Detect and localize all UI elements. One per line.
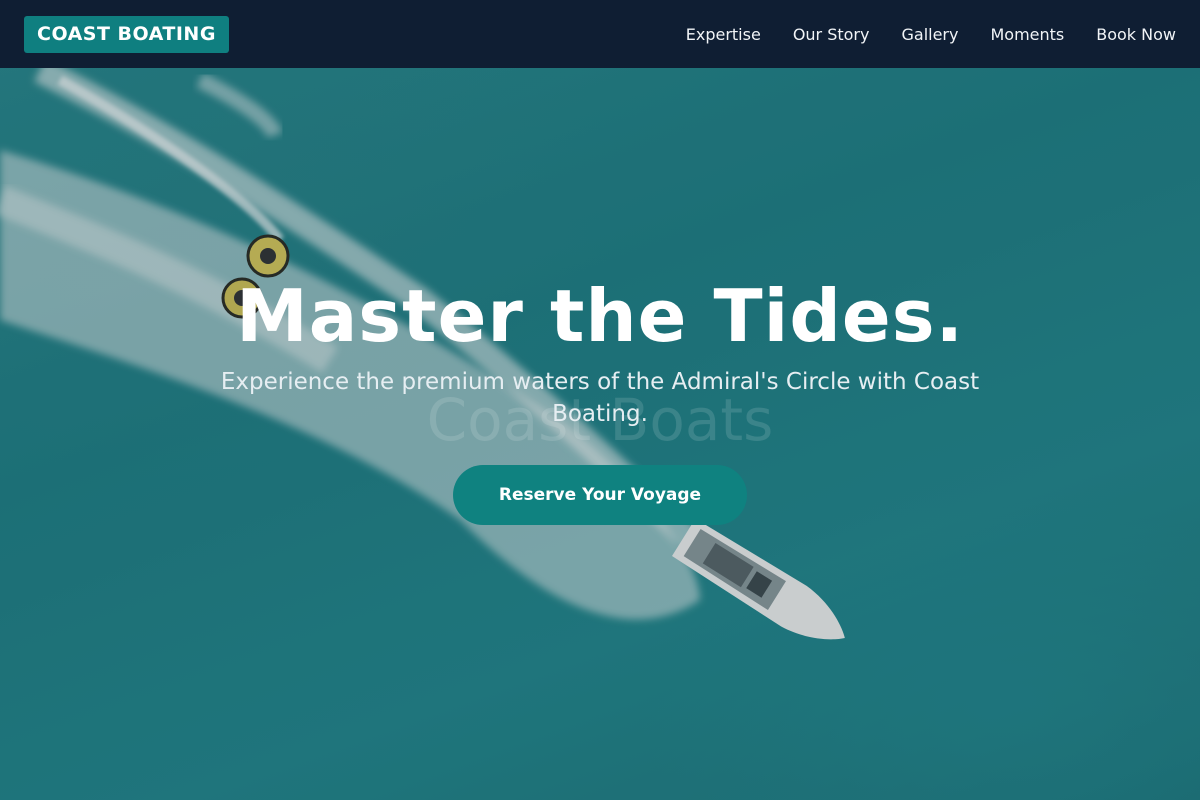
reserve-voyage-button[interactable]: Reserve Your Voyage <box>453 465 747 525</box>
brand-logo[interactable]: COAST BOATING <box>24 15 229 53</box>
site-header: COAST BOATING Expertise Our Story Galler… <box>0 0 1200 68</box>
nav-link-our-story[interactable]: Our Story <box>793 25 870 44</box>
nav-link-book-now[interactable]: Book Now <box>1096 25 1176 44</box>
nav-link-gallery[interactable]: Gallery <box>901 25 958 44</box>
nav-link-expertise[interactable]: Expertise <box>686 25 761 44</box>
hero-subtitle: Experience the premium waters of the Adm… <box>220 369 980 427</box>
hero-title: Master the Tides. <box>236 274 964 358</box>
hero-content: Master the Tides. Experience the premium… <box>0 270 1200 525</box>
nav-link-moments[interactable]: Moments <box>990 25 1064 44</box>
main-nav: Expertise Our Story Gallery Moments Book… <box>686 25 1176 44</box>
